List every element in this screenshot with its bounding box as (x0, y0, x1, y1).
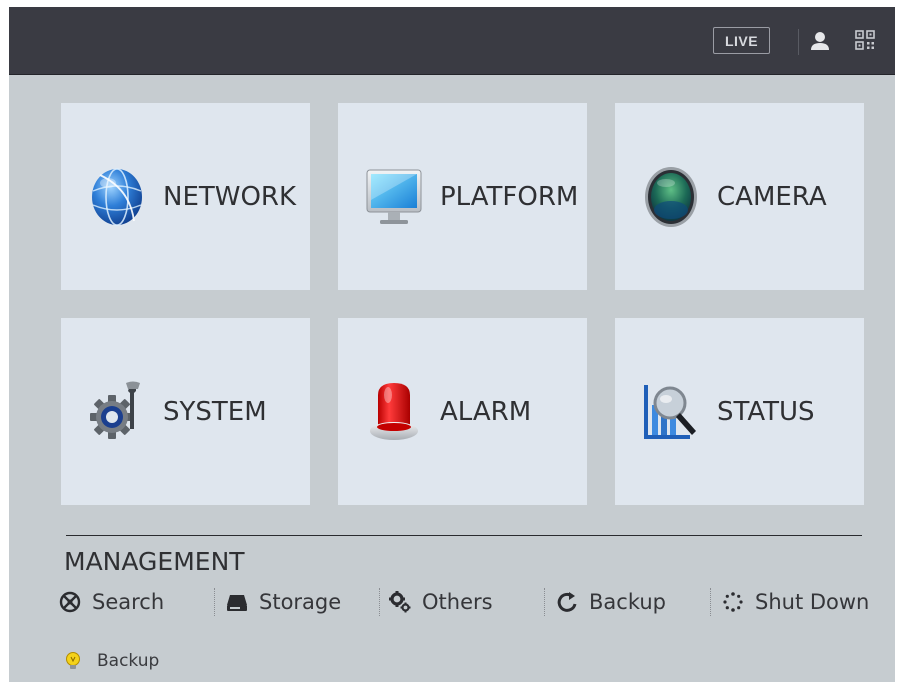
management-separator (379, 588, 380, 616)
gears-icon (389, 591, 411, 613)
tile-system-label: SYSTEM (163, 396, 267, 427)
management-backup-label: Backup (589, 590, 666, 614)
status-tip: Backup (64, 650, 159, 672)
management-storage-label: Storage (259, 590, 342, 614)
management-storage-button[interactable]: Storage (226, 585, 341, 619)
top-bar-divider (798, 29, 799, 55)
status-chart-magnifier-icon (642, 381, 700, 443)
management-divider (66, 535, 862, 536)
management-search-button[interactable]: Search (59, 585, 164, 619)
alarm-siren-icon (365, 381, 423, 443)
search-reel-icon (59, 591, 81, 613)
management-shutdown-label: Shut Down (755, 590, 870, 614)
management-search-label: Search (92, 590, 165, 614)
tile-system[interactable]: SYSTEM (61, 318, 310, 505)
tile-status-label: STATUS (717, 396, 815, 427)
management-others-label: Others (422, 590, 493, 614)
globe-icon (88, 166, 146, 228)
monitor-icon (365, 166, 423, 228)
gear-wrench-icon (88, 381, 146, 443)
tile-camera-label: CAMERA (717, 181, 827, 212)
qr-code-icon[interactable] (855, 30, 875, 50)
user-icon[interactable] (809, 29, 831, 53)
tile-camera[interactable]: CAMERA (615, 103, 864, 290)
tile-status[interactable]: STATUS (615, 318, 864, 505)
tile-network[interactable]: NETWORK (61, 103, 310, 290)
tile-alarm-label: ALARM (440, 396, 532, 427)
management-others-button[interactable]: Others (389, 585, 493, 619)
management-title: MANAGEMENT (64, 547, 245, 576)
tile-platform-label: PLATFORM (440, 181, 579, 212)
management-separator (710, 588, 711, 616)
management-separator (214, 588, 215, 616)
top-bar: LIVE (9, 7, 895, 75)
tile-network-label: NETWORK (163, 181, 297, 212)
tile-alarm[interactable]: ALARM (338, 318, 587, 505)
management-shutdown-button[interactable]: Shut Down (722, 585, 869, 619)
camera-lens-icon (642, 166, 700, 228)
main-menu-window: LIVE NETWORK PLATFORM CAMERA SYSTEM ALAR… (9, 7, 895, 682)
lightbulb-icon (66, 652, 80, 669)
management-separator (544, 588, 545, 616)
status-tip-label: Backup (97, 651, 160, 671)
management-backup-button[interactable]: Backup (556, 585, 666, 619)
tile-platform[interactable]: PLATFORM (338, 103, 587, 290)
management-bar: Search Storage Others Backup Shut Down (59, 585, 889, 619)
hard-drive-icon (227, 595, 247, 611)
refresh-icon (557, 592, 577, 612)
live-button[interactable]: LIVE (713, 27, 770, 54)
spinner-icon (723, 592, 743, 612)
